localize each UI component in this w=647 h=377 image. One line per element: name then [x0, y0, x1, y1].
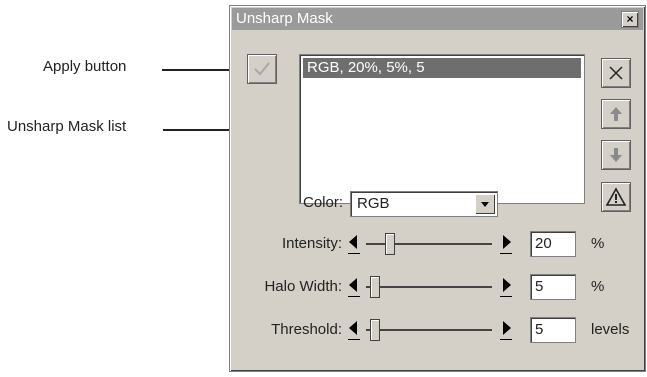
color-label: Color:	[302, 194, 343, 211]
move-down-button[interactable]	[601, 140, 631, 170]
down-arrow-icon	[610, 148, 622, 162]
halo-slider-thumb[interactable]	[370, 276, 380, 298]
delete-icon	[609, 66, 623, 80]
threshold-decrease-icon[interactable]	[346, 317, 362, 343]
threshold-slider-thumb[interactable]	[370, 319, 380, 341]
list-item[interactable]: RGB, 20%, 5%, 5	[303, 58, 581, 78]
color-select-value: RGB	[357, 195, 390, 212]
title-bar: Unsharp Mask ×	[232, 8, 643, 30]
intensity-label: Intensity:	[281, 235, 342, 252]
halo-width-label: Halo Width:	[264, 278, 342, 295]
threshold-input[interactable]: 5	[530, 317, 576, 343]
apply-button-callout: Apply button	[43, 58, 127, 75]
intensity-unit: %	[591, 235, 605, 252]
warning-button[interactable]	[601, 182, 631, 212]
intensity-decrease-icon[interactable]	[346, 231, 362, 257]
apply-callout-line	[162, 69, 234, 71]
warning-icon	[605, 187, 627, 206]
intensity-slider-thumb[interactable]	[385, 233, 395, 255]
halo-width-input[interactable]: 5	[530, 274, 576, 300]
checkmark-icon	[254, 62, 270, 76]
apply-button[interactable]	[247, 54, 277, 84]
up-arrow-icon	[610, 107, 622, 121]
halo-width-unit: %	[591, 278, 605, 295]
halo-decrease-icon[interactable]	[346, 274, 362, 300]
list-callout: Unsharp Mask list	[7, 118, 127, 135]
delete-button[interactable]	[601, 58, 631, 88]
halo-increase-icon[interactable]	[498, 274, 514, 300]
close-button[interactable]: ×	[621, 11, 639, 28]
chevron-down-icon	[481, 202, 489, 207]
threshold-increase-icon[interactable]	[498, 317, 514, 343]
unsharp-mask-list[interactable]: RGB, 20%, 5%, 5	[299, 54, 585, 204]
intensity-increase-icon[interactable]	[498, 231, 514, 257]
dropdown-arrow[interactable]	[475, 194, 495, 214]
unsharp-mask-dialog: Unsharp Mask × RGB, 20%, 5%, 5 Color: RG…	[229, 5, 646, 372]
halo-slider-track[interactable]	[366, 286, 492, 288]
intensity-input[interactable]: 20	[530, 231, 576, 257]
threshold-label: Threshold:	[271, 321, 342, 338]
window-title: Unsharp Mask	[236, 10, 333, 27]
threshold-unit: levels	[591, 321, 630, 338]
color-select[interactable]: RGB	[350, 191, 498, 217]
threshold-slider-track[interactable]	[366, 329, 492, 331]
move-up-button[interactable]	[601, 99, 631, 129]
